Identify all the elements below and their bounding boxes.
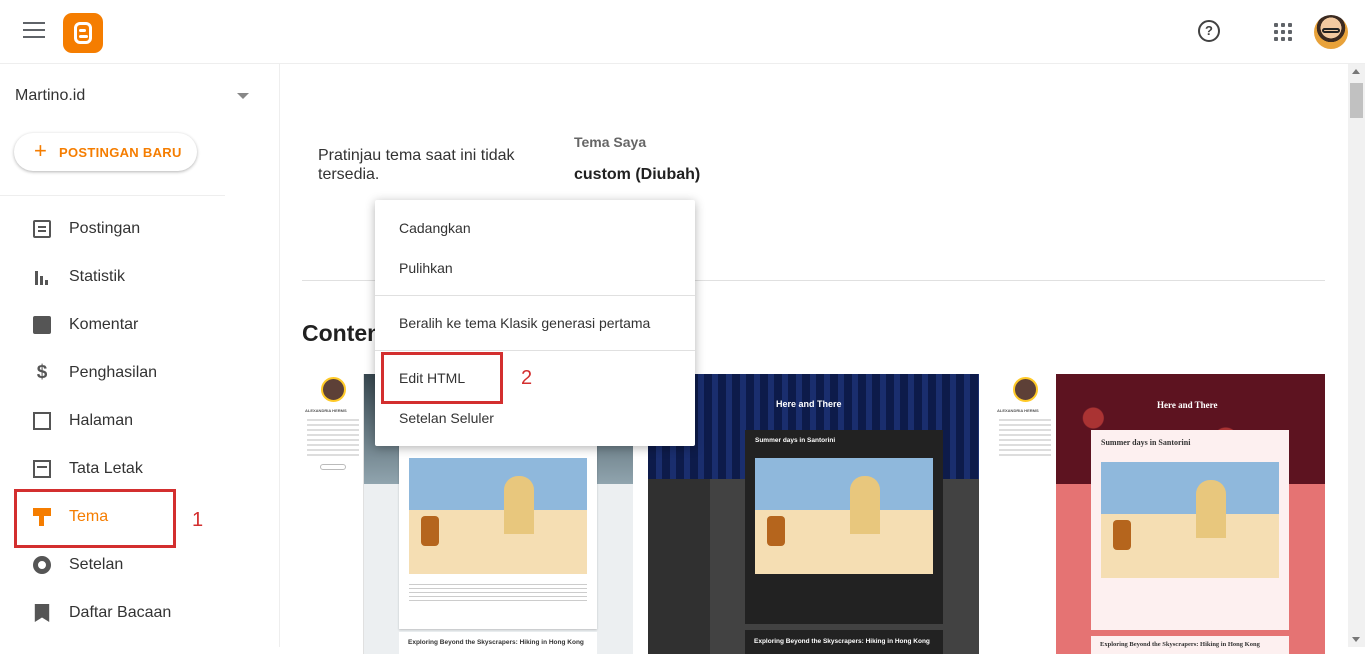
theme-card-dark[interactable]: Here and There Summer days in Santorini … (648, 374, 979, 654)
sidebar-item-label: Tata Letak (69, 460, 143, 477)
card-sidebar: ALEXANDRIA HERMS (302, 374, 364, 654)
author-name: ALEXANDRIA HERMS (997, 408, 1039, 413)
sidebar-item-settings[interactable]: Setelan (0, 545, 279, 585)
post-image (409, 458, 587, 574)
card-post-title: Summer days in Santorini (755, 437, 836, 444)
post-image (755, 458, 933, 574)
scroll-down-icon[interactable] (1352, 637, 1360, 642)
theme-card-floral[interactable]: ALEXANDRIA HERMS Here and There Summer d… (994, 374, 1325, 654)
theme-actions-menu: Cadangkan Pulihkan Beralih ke tema Klasi… (375, 200, 695, 446)
blog-selector-caret-icon[interactable] (237, 93, 249, 99)
layout-icon (33, 460, 51, 478)
sidebar-item-pages[interactable]: Halaman (0, 401, 279, 441)
sidebar-item-label: Postingan (69, 220, 141, 237)
sidebar-item-layout[interactable]: Tata Letak (0, 449, 279, 489)
stats-icon (33, 268, 51, 286)
sidebar-item-label: Daftar Bacaan (69, 604, 172, 621)
card-post (399, 444, 597, 629)
section-heading: Conten (302, 320, 382, 346)
dollar-icon: $ (36, 362, 48, 383)
card-post: Summer days in Santorini (1091, 430, 1289, 630)
my-theme-label: Tema Saya (574, 134, 647, 150)
bookmark-icon (34, 604, 50, 622)
sidebar-item-label: Komentar (69, 316, 139, 333)
page-scrollbar[interactable] (1348, 64, 1365, 647)
menu-item-label: Beralih ke tema Klasik generasi pertama (399, 315, 651, 331)
card-sidebar: ALEXANDRIA HERMS (994, 374, 1056, 654)
card-post-title: Exploring Beyond the Skyscrapers: Hiking… (408, 639, 584, 646)
posts-icon (33, 220, 51, 238)
menu-item-mobile-settings[interactable]: Setelan Seluler (375, 398, 695, 438)
sidebar-item-label: Statistik (69, 268, 126, 285)
sidebar-item-posts[interactable]: Postingan (0, 209, 279, 249)
apps-grid-icon[interactable] (1274, 23, 1292, 41)
new-post-label: POSTINGAN BARU (59, 145, 182, 160)
preview-unavailable-text: Pratinjau tema saat ini tidak tersedia. (318, 147, 515, 183)
card-post-title-2: Exploring Beyond the Skyscrapers: Hiking… (754, 638, 930, 645)
sidebar: Martino.id + POSTINGAN BARU Postingan St… (0, 64, 280, 647)
avatar[interactable] (1314, 15, 1348, 49)
author-avatar (1013, 377, 1038, 402)
annotation-box-2 (381, 352, 503, 404)
menu-item-backup[interactable]: Cadangkan (375, 208, 695, 248)
sidebar-divider (0, 195, 225, 196)
author-avatar (321, 377, 346, 402)
card-post-title: Summer days in Santorini (1101, 438, 1191, 447)
sidebar-item-comments[interactable]: Komentar (0, 305, 279, 345)
my-theme-name: custom (Diubah) (574, 166, 701, 183)
sidebar-item-label: Halaman (69, 412, 134, 429)
sidebar-item-reading-list[interactable]: Daftar Bacaan (0, 593, 279, 633)
annotation-step-2: 2 (521, 367, 533, 389)
scroll-up-icon[interactable] (1352, 69, 1360, 74)
card-title: Here and There (776, 399, 842, 409)
sidebar-item-label: Setelan (69, 556, 124, 573)
menu-item-label: Cadangkan (399, 220, 471, 236)
plus-icon: + (34, 138, 47, 163)
post-image (1101, 462, 1279, 578)
blogger-logo[interactable] (63, 13, 103, 53)
menu-divider (375, 350, 695, 351)
settings-icon (33, 556, 51, 574)
menu-item-restore[interactable]: Pulihkan (375, 248, 695, 288)
annotation-box-1 (14, 489, 176, 548)
sidebar-item-stats[interactable]: Statistik (0, 257, 279, 297)
annotation-step-1: 1 (192, 509, 204, 531)
menu-divider (375, 295, 695, 296)
new-post-button[interactable]: + POSTINGAN BARU (14, 133, 197, 171)
menu-item-label: Pulihkan (399, 260, 453, 276)
comment-icon (33, 316, 51, 334)
menu-item-switch-classic[interactable]: Beralih ke tema Klasik generasi pertama (375, 303, 695, 343)
sidebar-item-label: Penghasilan (69, 364, 158, 381)
blog-name[interactable]: Martino.id (15, 87, 85, 105)
hamburger-icon[interactable] (23, 22, 45, 40)
author-name: ALEXANDRIA HERMS (305, 408, 347, 413)
sidebar-item-earnings[interactable]: $ Penghasilan (0, 353, 279, 393)
pages-icon (33, 412, 51, 430)
menu-item-label: Setelan Seluler (399, 410, 494, 426)
help-icon[interactable]: ? (1198, 20, 1220, 42)
top-bar: ? (0, 0, 1365, 64)
card-post: Summer days in Santorini (745, 430, 943, 624)
card-title: Here and There (1157, 400, 1218, 410)
scrollbar-thumb[interactable] (1350, 83, 1363, 118)
